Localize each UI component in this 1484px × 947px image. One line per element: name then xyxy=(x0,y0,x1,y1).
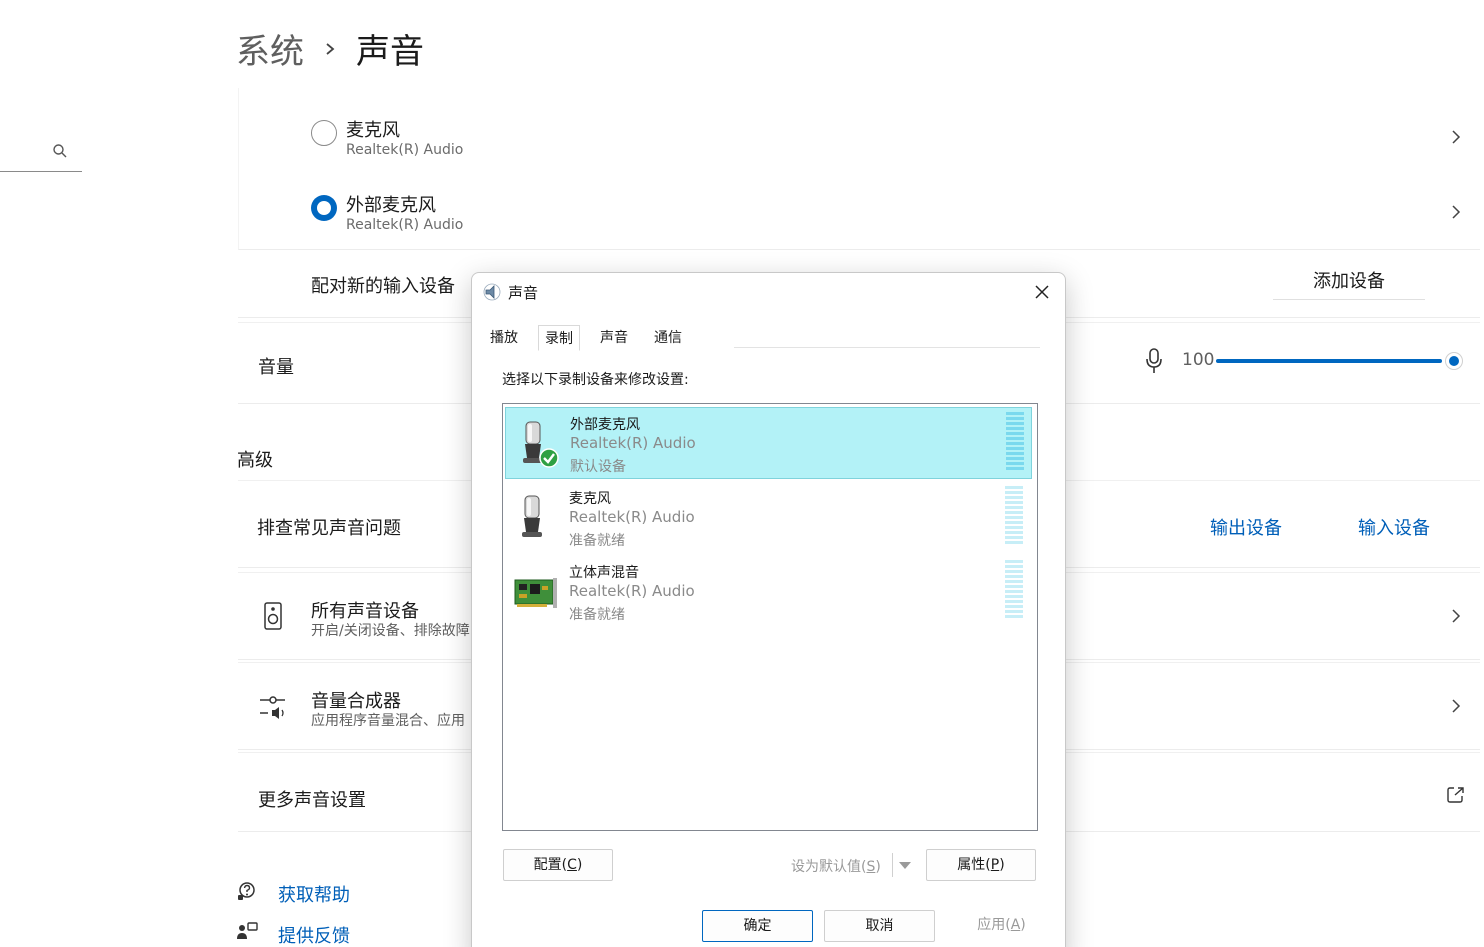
paren: ) xyxy=(999,857,1005,873)
device-name: 立体声混音 xyxy=(569,565,639,581)
microphone-icon[interactable] xyxy=(1144,348,1164,374)
breadcrumb: 系统 声音 xyxy=(236,24,424,73)
page-title: 声音 xyxy=(356,32,424,72)
device-item-mic[interactable]: 麦克风 Realtek(R) Audio 准备就绪 xyxy=(505,482,1032,554)
input-device-row[interactable]: 外部麦克风 Realtek(R) Audio xyxy=(238,175,1480,249)
close-icon[interactable] xyxy=(1031,281,1053,303)
device-driver: Realtek(R) Audio xyxy=(346,217,464,233)
speaker-icon xyxy=(264,602,282,630)
chevron-right-icon xyxy=(326,42,335,55)
volume-mixer-icon xyxy=(260,696,285,719)
paren: ) xyxy=(1020,917,1026,933)
chevron-right-icon xyxy=(1452,609,1461,623)
device-status: 准备就绪 xyxy=(569,607,625,623)
troubleshoot-label: 排查常见声音问题 xyxy=(257,518,401,539)
radio-button[interactable] xyxy=(311,120,337,146)
level-meter xyxy=(1006,412,1024,476)
chevron-right-icon xyxy=(1452,205,1461,219)
tab-playback[interactable]: 播放 xyxy=(484,325,524,351)
cancel-button[interactable]: 取消 xyxy=(824,910,935,942)
search-icon xyxy=(53,144,67,158)
device-name: 麦克风 xyxy=(569,491,611,507)
properties-accesskey: P xyxy=(990,857,1000,873)
all-devices-sub: 开启/关闭设备、排除故障 xyxy=(311,623,470,639)
output-device-link[interactable]: 输出设备 xyxy=(1210,514,1282,540)
dropdown-arrow-icon xyxy=(899,862,911,869)
mixer-sub: 应用程序音量混合、应用 xyxy=(311,713,465,729)
chevron-right-icon xyxy=(1452,699,1461,713)
sound-card-icon xyxy=(514,578,557,608)
pair-device-label: 配对新的输入设备 xyxy=(311,276,455,297)
device-item-external-mic[interactable]: 外部麦克风 Realtek(R) Audio 默认设备 xyxy=(505,407,1032,479)
apply-accesskey: A xyxy=(1010,917,1021,933)
chevron-right-icon xyxy=(1452,130,1461,144)
tab-divider xyxy=(734,347,1040,348)
device-name: 外部麦克风 xyxy=(570,417,640,433)
device-driver: Realtek(R) Audio xyxy=(569,582,695,600)
feedback-link[interactable]: 提供反馈 xyxy=(278,922,350,947)
radio-button-selected[interactable] xyxy=(311,195,337,221)
tab-recording[interactable]: 录制 xyxy=(538,325,580,351)
volume-slider-thumb[interactable] xyxy=(1446,353,1462,369)
device-item-stereo-mix[interactable]: 立体声混音 Realtek(R) Audio 准备就绪 xyxy=(505,556,1032,628)
microphone-default-icon xyxy=(523,421,559,468)
device-driver: Realtek(R) Audio xyxy=(570,434,696,452)
configure-accesskey: C xyxy=(567,857,577,873)
instruction-text: 选择以下录制设备来修改设置: xyxy=(502,372,689,388)
get-help-link[interactable]: 获取帮助 xyxy=(278,881,350,907)
more-settings-label: 更多声音设置 xyxy=(258,790,366,811)
set-default-button: 设为默认值(S) xyxy=(791,856,881,876)
configure-button[interactable]: 配置(C) xyxy=(503,849,613,881)
volume-slider-track[interactable] xyxy=(1216,359,1442,363)
advanced-section-title: 高级 xyxy=(237,450,273,471)
sound-dialog: 声音 播放 录制 声音 通信 选择以下录制设备来修改设置: 外部麦克风 Real… xyxy=(471,272,1066,947)
external-link-icon xyxy=(1447,787,1464,803)
paren: ) xyxy=(576,857,583,873)
level-meter xyxy=(1005,560,1023,624)
level-meter xyxy=(1005,486,1023,550)
input-device-row[interactable]: 麦克风 Realtek(R) Audio xyxy=(238,100,1480,174)
device-driver: Realtek(R) Audio xyxy=(569,508,695,526)
split-divider xyxy=(892,853,893,877)
add-device-button[interactable]: 添加设备 xyxy=(1273,264,1425,300)
volume-value: 100 xyxy=(1182,350,1215,370)
dialog-title: 声音 xyxy=(508,284,539,302)
set-default-label: 设为默认值( xyxy=(791,859,867,875)
help-icon xyxy=(238,882,255,900)
dialog-titlebar[interactable]: 声音 xyxy=(472,273,1065,311)
apply-label: 应用( xyxy=(977,917,1011,933)
dialog-tabs: 播放 录制 声音 通信 xyxy=(484,325,702,351)
microphone-icon xyxy=(522,495,542,537)
search-box[interactable] xyxy=(0,132,82,172)
properties-button[interactable]: 属性(P) xyxy=(926,849,1036,881)
device-status: 默认设备 xyxy=(570,459,626,475)
breadcrumb-parent[interactable]: 系统 xyxy=(236,24,304,73)
tab-sounds[interactable]: 声音 xyxy=(594,325,634,351)
volume-label: 音量 xyxy=(258,357,294,378)
tab-communications[interactable]: 通信 xyxy=(648,325,688,351)
paren: ) xyxy=(875,859,881,875)
ok-button[interactable]: 确定 xyxy=(702,910,813,942)
configure-label: 配置( xyxy=(533,857,568,873)
apply-button: 应用(A) xyxy=(946,910,1057,942)
device-name: 外部麦克风 xyxy=(346,195,436,216)
speaker-app-icon xyxy=(483,283,501,301)
device-status: 准备就绪 xyxy=(569,533,625,549)
feedback-icon xyxy=(237,922,258,939)
input-device-link[interactable]: 输入设备 xyxy=(1358,514,1430,540)
properties-label: 属性( xyxy=(957,857,991,873)
device-driver: Realtek(R) Audio xyxy=(346,142,464,158)
recording-device-list[interactable]: 外部麦克风 Realtek(R) Audio 默认设备 麦克风 Realtek(… xyxy=(502,403,1038,831)
device-name: 麦克风 xyxy=(346,120,400,141)
